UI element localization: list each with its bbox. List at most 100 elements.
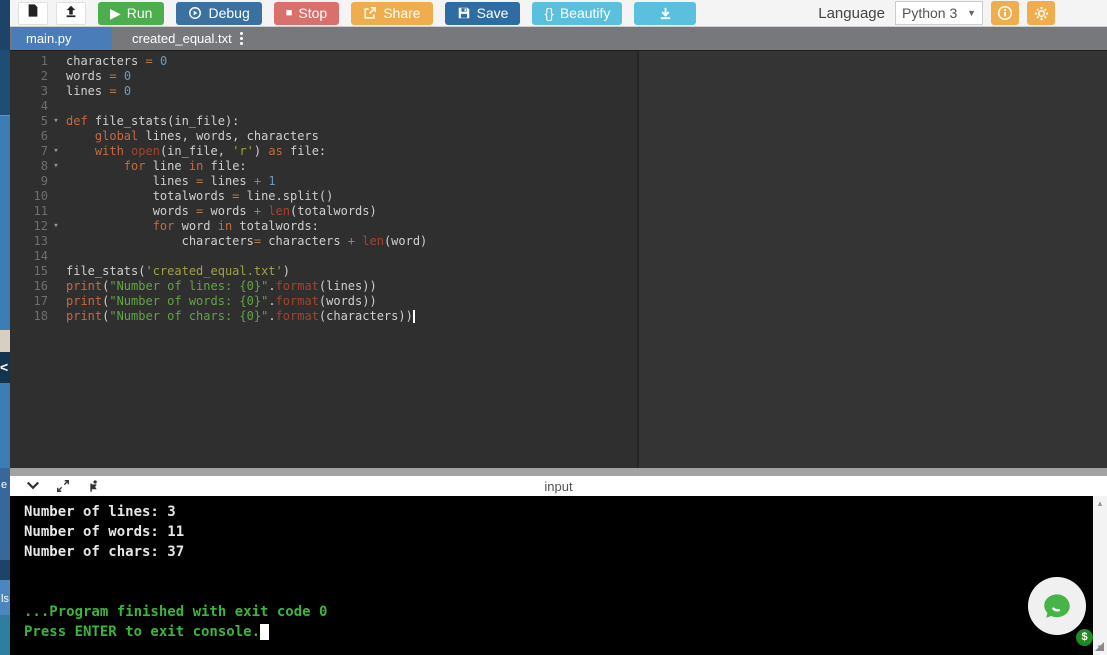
code-line[interactable]: file_stats('created_equal.txt') [66,264,1107,279]
line-number[interactable]: 18 [10,309,66,324]
console-output[interactable]: Number of lines: 3Number of words: 11Num… [10,496,1093,655]
fold-arrow-icon[interactable]: ▾ [48,114,64,129]
tab-main-py[interactable]: main.py [12,27,112,50]
scroll-up-icon[interactable]: ▲ [1096,496,1104,511]
sidebar-segment [0,383,10,468]
console-scrollbar[interactable]: ▲ ▼ [1093,496,1107,655]
beautify-button[interactable]: {} Beautify [532,2,622,25]
fold-arrow-icon[interactable]: ▾ [48,144,64,159]
save-button[interactable]: Save [445,2,521,25]
fold-arrow-icon[interactable]: ▾ [48,219,64,234]
braces-icon: {} [544,5,553,21]
line-number[interactable]: 6 [10,129,66,144]
sidebar-segment [0,615,10,655]
run-button[interactable]: ▶ Run [98,2,164,25]
console-splitter-handle[interactable] [10,468,1107,476]
run-label: Run [127,5,153,21]
console-line: Press ENTER to exit console. [24,622,1093,642]
input-label: input [10,479,1107,494]
line-number[interactable]: 17 [10,294,66,309]
debug-circle-icon [188,6,202,20]
open-project-button[interactable] [56,2,86,25]
line-number[interactable]: 3 [10,84,66,99]
line-number[interactable]: 11 [10,204,66,219]
code-line[interactable]: def file_stats(in_file): [66,114,1107,129]
toolbar-right-group: Language Python 3 ▼ [818,1,1055,25]
share-label: Share [383,5,420,21]
info-button[interactable] [991,1,1019,25]
collapse-console-icon[interactable] [24,477,42,495]
language-label: Language [818,5,885,22]
code-line[interactable] [66,99,1107,114]
code-line[interactable]: with open(in_file, 'r') as file: [66,144,1107,159]
code-line[interactable]: characters = 0 [66,54,1107,69]
editor-tabbar: main.py created_equal.txt [10,27,1107,50]
share-button[interactable]: Share [351,2,432,25]
line-number[interactable]: 2 [10,69,66,84]
code-editor[interactable]: 12345▾67▾8▾9101112▾131415161718 characte… [10,50,1107,468]
code-line[interactable]: words = words + len(totalwords) [66,204,1107,219]
sidebar-segment [0,115,10,330]
line-number[interactable]: 12▾ [10,219,66,234]
line-number[interactable]: 9 [10,174,66,189]
code-line[interactable]: for word in totalwords: [66,219,1107,234]
download-icon [658,6,673,21]
console-line: Number of chars: 37 [24,542,1093,562]
code-line[interactable]: lines = 0 [66,84,1107,99]
toolbar: ▶ Run Debug ■ Stop Share Save {} [10,0,1107,27]
debug-button[interactable]: Debug [176,2,261,25]
language-value: Python 3 [902,5,957,21]
sidebar-segment [0,560,10,580]
console-line: ...Program finished with exit code 0 [24,602,1093,622]
language-select[interactable]: Python 3 ▼ [895,1,983,25]
beautify-label: Beautify [560,5,611,21]
line-number[interactable]: 8▾ [10,159,66,174]
code-line[interactable]: totalwords = line.split() [66,189,1107,204]
line-number[interactable]: 13 [10,234,66,249]
new-file-button[interactable] [18,2,48,25]
stop-label: Stop [298,5,327,21]
line-number[interactable]: 5▾ [10,114,66,129]
line-number[interactable]: 1 [10,54,66,69]
code-line[interactable]: print("Number of lines: {0}".format(line… [66,279,1107,294]
code-line[interactable]: global lines, words, characters [66,129,1107,144]
resize-corner-handle[interactable] [1095,642,1104,651]
tab-label: created_equal.txt [132,31,232,46]
code-line[interactable]: characters= characters + len(word) [66,234,1107,249]
line-number[interactable]: 7▾ [10,144,66,159]
console-line: Number of lines: 3 [24,502,1093,522]
expand-console-icon[interactable] [54,477,72,495]
text-cursor [413,310,415,323]
code-line[interactable]: print("Number of chars: {0}".format(char… [66,309,1107,324]
line-number[interactable]: 14 [10,249,66,264]
line-number[interactable]: 10 [10,189,66,204]
line-number[interactable]: 15 [10,264,66,279]
download-button[interactable] [634,2,696,25]
upload-arrow-icon [64,4,78,23]
sidebar-clipped-label: ls [1,593,9,605]
code-line[interactable]: for line in file: [66,159,1107,174]
collapsed-left-sidebar[interactable]: < els [0,0,10,655]
code-line[interactable]: lines = lines + 1 [66,174,1107,189]
console-cursor [260,624,269,640]
tab-created-equal-txt[interactable]: created_equal.txt [118,27,257,50]
line-number[interactable]: 4 [10,99,66,114]
share-icon [363,6,377,20]
console-line: Number of words: 11 [24,522,1093,542]
tab-label: main.py [26,31,72,46]
console-share-icon[interactable] [84,477,102,495]
chat-widget-button[interactable] [1028,577,1086,635]
stop-button[interactable]: ■ Stop [274,2,339,25]
sidebar-segment [0,0,10,50]
code-line[interactable]: print("Number of words: {0}".format(word… [66,294,1107,309]
sidebar-collapse-chevron[interactable]: < [0,352,10,383]
line-number[interactable]: 16 [10,279,66,294]
fold-arrow-icon[interactable]: ▾ [48,159,64,174]
tab-menu-dots-icon[interactable] [240,32,243,45]
coin-badge-icon[interactable]: $ [1076,629,1093,646]
save-label: Save [477,5,509,21]
code-line[interactable] [66,249,1107,264]
gutter: 12345▾67▾8▾9101112▾131415161718 [10,54,66,324]
code-line[interactable]: words = 0 [66,69,1107,84]
settings-button[interactable] [1027,1,1055,25]
